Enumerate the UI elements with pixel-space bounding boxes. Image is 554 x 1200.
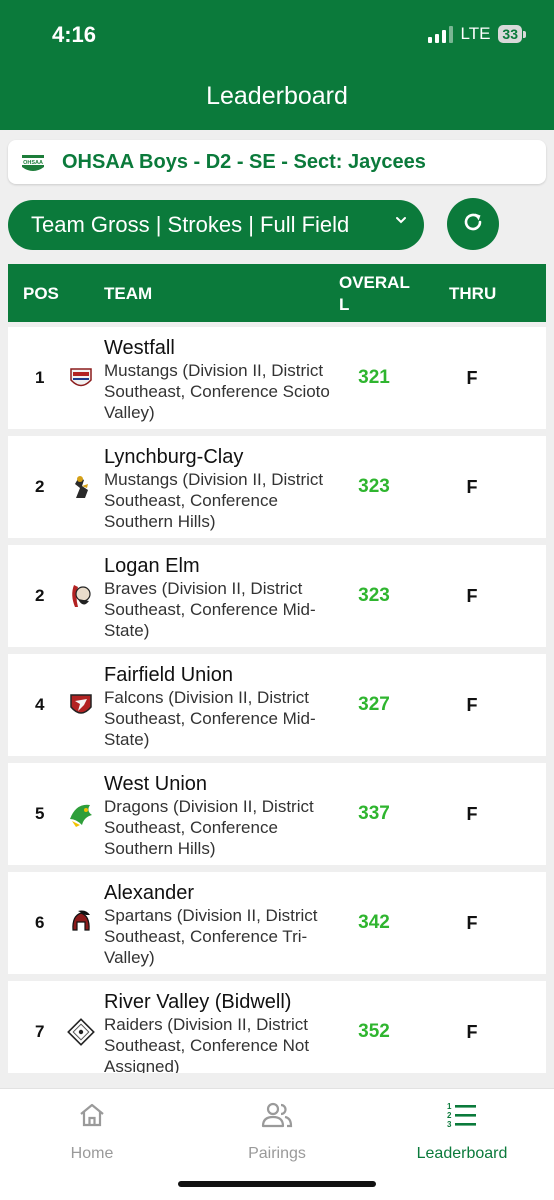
team-name: Alexander [104,882,195,904]
home-indicator[interactable] [178,1181,376,1187]
team-name: Lynchburg-Clay [104,446,244,468]
alexander-logo-icon [66,908,96,938]
view-filter-dropdown[interactable]: Team Gross | Strokes | Full Field [8,200,424,250]
home-icon [77,1099,107,1131]
row-position: 7 [35,1022,45,1041]
header-thru: THRU [449,284,497,303]
tab-label: Pairings [248,1145,306,1162]
team-description: Braves (Division II, District Southeast,… [104,579,316,640]
header-overall: OVERALL [339,273,410,314]
thru-status: F [466,476,478,497]
table-row[interactable]: 1 Westfall Mustangs (Division II, Distri… [8,327,546,429]
svg-text:1: 1 [447,1102,452,1111]
thru-status: F [466,912,478,933]
team-description: Spartans (Division II, District Southeas… [104,906,318,967]
signal-icon [427,25,453,43]
page-title: Leaderboard [206,82,348,110]
row-position: 2 [35,477,45,496]
thru-status: F [466,585,478,606]
network-label: LTE [460,24,491,43]
battery-icon: 33 [498,25,526,43]
table-header: POS TEAM OVERALL THRU [8,264,546,322]
refresh-icon [461,210,485,239]
overall-score: 337 [358,803,390,824]
header-team: TEAM [104,284,153,303]
chevron-down-icon [394,213,408,232]
table-row[interactable]: 5 West Union Dragons (Division II, Distr… [8,763,546,865]
fairfield-union-logo-icon [66,690,96,720]
team-name: West Union [104,773,208,795]
westfall-logo-icon [66,363,96,393]
ohsaa-logo-text: OHSAA [23,160,43,166]
tab-label: Home [70,1145,114,1162]
team-description: Mustangs (Division II, District Southeas… [104,361,330,422]
event-title: OHSAA Boys - D2 - SE - Sect: Jaycees [62,150,426,173]
header-pos: POS [23,284,59,303]
team-description: Falcons (Division II, District Southeast… [104,688,316,749]
thru-status: F [466,694,478,715]
thru-status: F [466,803,478,824]
overall-score: 342 [358,912,390,933]
table-row[interactable]: 2 Lynchburg-Clay Mustangs (Division II, … [8,436,546,538]
row-position: 5 [35,804,45,823]
overall-score: 352 [358,1021,390,1042]
logan-elm-logo-icon [66,581,96,611]
status-time: 4:16 [52,22,97,47]
battery-level: 33 [498,25,522,43]
status-indicators: LTE 33 [427,24,526,44]
leaderboard-icon: 1 2 3 [446,1099,478,1131]
table-row[interactable]: 4 Fairfield Union Falcons (Division II, … [8,654,546,756]
people-icon [260,1099,294,1131]
lynchburg-clay-logo-icon [66,472,96,502]
thru-status: F [466,367,478,388]
overall-score: 327 [358,694,390,715]
overall-score: 323 [358,585,390,606]
team-description: Dragons (Division II, District Southeast… [104,797,314,858]
app-header: 4:16 LTE 33 Leaderboard [0,0,554,130]
row-position: 6 [35,913,45,932]
tab-leaderboard[interactable]: 1 2 3 Leaderboard [370,1099,554,1163]
table-row[interactable]: 2 Logan Elm Braves (Division II, Distric… [8,545,546,647]
table-row[interactable]: 6 Alexander Spartans (Division II, Distr… [8,872,546,974]
overall-score: 321 [358,367,390,388]
svg-text:2: 2 [447,1111,452,1120]
team-name: Fairfield Union [104,664,233,686]
thru-status: F [466,1021,478,1042]
ohsaa-logo-icon: OHSAA [18,147,48,177]
filter-label: Team Gross | Strokes | Full Field [31,212,350,237]
team-name: River Valley (Bidwell) [104,991,292,1013]
row-position: 4 [35,695,45,714]
west-union-logo-icon [66,799,96,829]
svg-text:3: 3 [447,1120,452,1129]
tab-pairings[interactable]: Pairings [185,1099,369,1163]
tab-home[interactable]: Home [0,1099,184,1163]
tab-label: Leaderboard [416,1145,508,1162]
river-valley-logo-icon [66,1017,96,1047]
row-position: 1 [35,368,45,387]
table-row[interactable]: 7 River Valley (Bidwell) Raiders (Divisi… [8,981,546,1073]
event-selector[interactable]: OHSAA OHSAA Boys - D2 - SE - Sect: Jayce… [8,140,546,184]
team-name: Westfall [104,337,175,359]
overall-score: 323 [358,476,390,497]
row-position: 2 [35,586,45,605]
refresh-button[interactable] [447,198,499,250]
team-description: Mustangs (Division II, District Southeas… [104,470,324,531]
team-description: Raiders (Division II, District Southeast… [104,1015,310,1073]
team-name: Logan Elm [104,555,200,577]
leaderboard-list[interactable]: 1 Westfall Mustangs (Division II, Distri… [8,327,546,1073]
